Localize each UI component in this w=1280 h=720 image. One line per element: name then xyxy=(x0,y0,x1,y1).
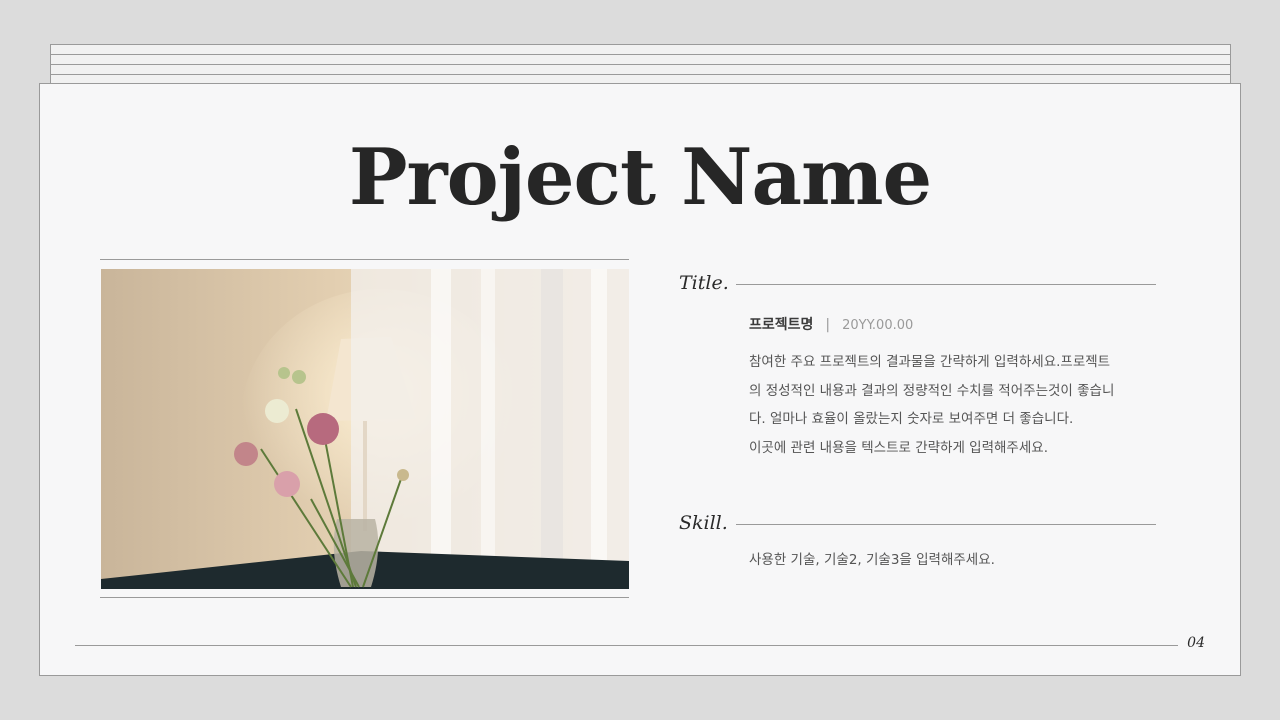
project-description: 참여한 주요 프로젝트의 결과물을 간략하게 입력하세요.프로젝트 의 정성적인… xyxy=(749,348,1139,462)
project-photo xyxy=(101,269,629,589)
page-number: 04 xyxy=(1187,635,1205,651)
description-line: 이곳에 관련 내용을 텍스트로 간략하게 입력해주세요. xyxy=(749,439,1048,456)
project-name-text: 프로젝트명 xyxy=(749,317,814,333)
slide-page: Project Name Title. 프로젝트명 | 20YY.00.00 참… xyxy=(39,83,1241,676)
paper-stack-edge xyxy=(50,64,1231,74)
footer-rule xyxy=(75,645,1178,646)
paper-stack-edge xyxy=(50,54,1231,64)
description-line: 다. 얼마나 효율이 올랐는지 숫자로 보여주면 더 좋습니다. xyxy=(749,411,1074,427)
project-date: 20YY.00.00 xyxy=(842,318,914,333)
page-title: Project Name xyxy=(348,132,932,223)
title-section-rule xyxy=(736,284,1156,285)
photo-top-rule xyxy=(100,259,629,260)
slide-canvas: Project Name Title. 프로젝트명 | 20YY.00.00 참… xyxy=(0,0,1280,720)
skill-section-label: Skill. xyxy=(679,512,728,534)
meta-separator: | xyxy=(825,317,831,333)
photo-bottom-rule xyxy=(100,597,629,598)
skill-text: 사용한 기술, 기술2, 기술3을 입력해주세요. xyxy=(749,552,995,568)
description-line: 의 정성적인 내용과 결과의 정량적인 수치를 적어주는것이 좋습니 xyxy=(749,382,1115,399)
project-meta: 프로젝트명 | 20YY.00.00 xyxy=(749,314,913,334)
flower-vase-illustration xyxy=(101,269,629,589)
description-line: 참여한 주요 프로젝트의 결과물을 간략하게 입력하세요.프로젝트 xyxy=(749,354,1111,370)
skill-section-rule xyxy=(736,524,1156,525)
title-section-label: Title. xyxy=(679,272,729,294)
paper-stack-edge xyxy=(50,44,1231,54)
